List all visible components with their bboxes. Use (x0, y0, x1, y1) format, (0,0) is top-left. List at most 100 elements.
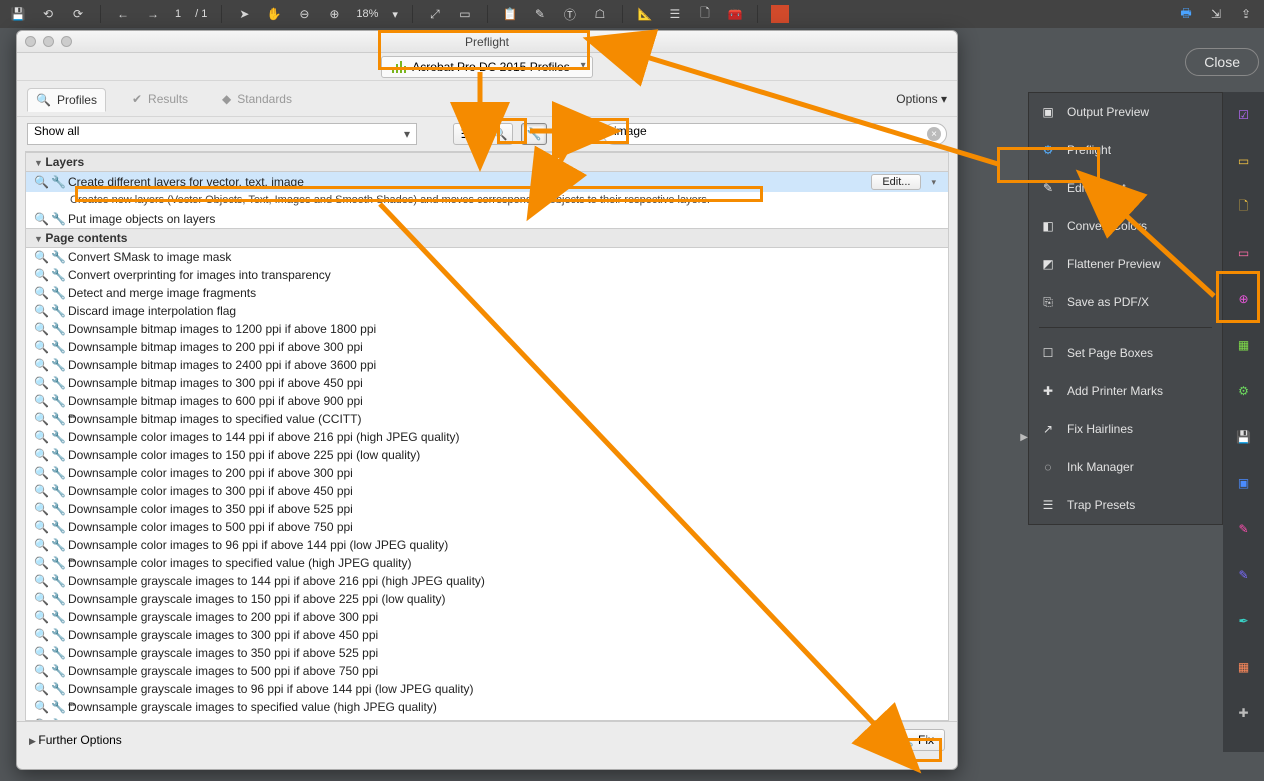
export-icon[interactable]: ⇲ (1204, 3, 1228, 25)
rp-preflight[interactable]: ⚙Preflight (1029, 131, 1222, 169)
tab-standards[interactable]: ◆Standards (214, 88, 300, 110)
list-item[interactable]: 🔍🔧Downsample bitmap images to 2400 ppi i… (26, 356, 948, 374)
list-item[interactable]: 🔍🔧Downsample bitmap images to 300 ppi if… (26, 374, 948, 392)
strip-action-icon[interactable]: ✒ (1233, 610, 1255, 632)
list-item[interactable]: 🔍🔧Downsample color images to 300 ppi if … (26, 482, 948, 500)
options-menu[interactable]: Options ▾ (896, 92, 947, 106)
zoom-caret[interactable]: ▾ (392, 8, 398, 21)
item-put-image-layers[interactable]: 🔍🔧 Put image objects on layers (26, 210, 948, 228)
list-item[interactable]: 🔍🔧Detect and merge image fragments (26, 284, 948, 302)
next-page-icon[interactable]: → (141, 3, 165, 25)
list-item[interactable]: 🔍🔧Convert overprinting for images into t… (26, 266, 948, 284)
traffic-max-icon[interactable] (61, 36, 72, 47)
panel-collapse-icon[interactable]: ▶ (1020, 432, 1028, 443)
clear-search-icon[interactable]: × (927, 127, 941, 141)
list-item[interactable]: 🔍🔧Downsample grayscale images to 500 ppi… (26, 662, 948, 680)
list-item[interactable]: 🔍🔧Downsample bitmap images to 600 ppi if… (26, 392, 948, 410)
rp-fix-hairlines[interactable]: ↗Fix Hairlines (1029, 410, 1222, 448)
undo-icon[interactable]: ⟲ (36, 3, 60, 25)
rp-trap-presets[interactable]: ☰Trap Presets (1029, 486, 1222, 524)
list-item[interactable]: 🔍🔧Downsample color images to 150 ppi if … (26, 446, 948, 464)
list-item[interactable]: 🔍🔧Downsample grayscale images to 144 ppi… (26, 572, 948, 590)
measure-icon[interactable]: 📐 (633, 3, 657, 25)
strip-scan-icon[interactable]: ▦ (1233, 334, 1255, 356)
traffic-min-icon[interactable] (43, 36, 54, 47)
highlight-icon[interactable]: ✎ (528, 3, 552, 25)
cursor-icon[interactable]: ➤ (232, 3, 256, 25)
list-item[interactable]: 🔍🔧Discard image interpolation flag (26, 302, 948, 320)
rp-page-boxes[interactable]: ☐Set Page Boxes (1029, 334, 1222, 372)
tab-results[interactable]: ✔Results (124, 88, 196, 110)
rp-printer-marks[interactable]: ✚Add Printer Marks (1029, 372, 1222, 410)
list-item[interactable]: 🔍🔧Downsample grayscale images to 200 ppi… (26, 608, 948, 626)
show-checks-icon[interactable]: 🔍 (487, 123, 513, 145)
list-item[interactable]: 🔍🔧Downsample color images to 144 ppi if … (26, 428, 948, 446)
zoom-value[interactable]: 18% (356, 8, 378, 20)
zoom-in-icon[interactable]: ⊕ (322, 3, 346, 25)
group-layers[interactable]: Layers (26, 152, 948, 172)
form-icon[interactable]: ☰ (663, 3, 687, 25)
list-item[interactable]: 🔍🔧•••Downsample grayscale images to spec… (26, 698, 948, 716)
stamp-icon[interactable]: ☖ (588, 3, 612, 25)
strip-print-prod-icon[interactable]: ⚙ (1233, 380, 1255, 402)
share-icon[interactable]: ⇪ (1234, 3, 1258, 25)
strip-sign-icon[interactable]: ✎ (1233, 518, 1255, 540)
save-icon[interactable]: 💾 (6, 3, 30, 25)
rp-flattener[interactable]: ◩Flattener Preview (1029, 245, 1222, 283)
strip-cert-icon[interactable]: ✎ (1233, 564, 1255, 586)
rp-convert-colors[interactable]: ◧Convert Colors (1029, 207, 1222, 245)
list-item[interactable]: 🔍🔧•••Downsample bitmap images to specifi… (26, 410, 948, 428)
search-input[interactable]: image × (603, 123, 947, 145)
fit-page-icon[interactable]: ▭ (453, 3, 477, 25)
strip-export-icon[interactable]: 💾 (1233, 426, 1255, 448)
list-item[interactable]: 🔍🔧Downsample color images to 500 ppi if … (26, 518, 948, 536)
list-item[interactable]: 🔍🔧Downsample color images to 350 ppi if … (26, 500, 948, 518)
list-item[interactable]: 🔍🔧Downsample bitmap images to 1200 ppi i… (26, 320, 948, 338)
further-options[interactable]: Further Options (29, 733, 122, 747)
group-page-contents[interactable]: Page contents (26, 228, 948, 248)
show-fixups-icon[interactable]: 🔧 (521, 123, 547, 145)
redo-icon[interactable]: ⟳ (66, 3, 90, 25)
strip-measure-icon[interactable]: ▣ (1233, 472, 1255, 494)
rp-edit-object[interactable]: ✎Edit Object (1029, 169, 1222, 207)
fix-button[interactable]: 🔧Fix (888, 729, 945, 751)
page-current[interactable]: 1 (175, 8, 181, 20)
list-item[interactable]: 🔍🔧Convert SMask to image mask (26, 248, 948, 266)
print-icon[interactable]: 🖶 (1174, 3, 1198, 25)
show-profiles-icon[interactable]: ☵ (453, 123, 479, 145)
rp-output-preview[interactable]: ▣Output Preview (1029, 93, 1222, 131)
strip-more-icon[interactable]: ✚ (1233, 702, 1255, 724)
tab-profiles[interactable]: 🔍Profiles (27, 88, 106, 112)
list-item[interactable]: 🔍🔧Downsample grayscale images to 300 ppi… (26, 626, 948, 644)
traffic-close-icon[interactable] (25, 36, 36, 47)
list-item[interactable]: 🔍🔧Downsample bitmap images to 200 ppi if… (26, 338, 948, 356)
list-item[interactable]: 🔍🔧Downsample grayscale images to 350 ppi… (26, 644, 948, 662)
zoom-out-icon[interactable]: ⊖ (292, 3, 316, 25)
close-button[interactable]: Close (1185, 48, 1259, 76)
strip-comment-icon[interactable]: ☑ (1233, 104, 1255, 126)
list-item[interactable]: 🔍🔧•••Downsample color images to specifie… (26, 554, 948, 572)
rp-save-pdfx[interactable]: ⎘Save as PDF/X (1029, 283, 1222, 321)
filter-dropdown[interactable]: Show all (27, 123, 417, 145)
item-create-layers[interactable]: 🔍🔧 Create different layers for vector, t… (26, 172, 948, 192)
list-item[interactable]: 🔍🔧Downsample color images to 96 ppi if a… (26, 536, 948, 554)
profile-set-dropdown[interactable]: Acrobat Pro DC 2015 Profiles (381, 56, 592, 78)
strip-note-icon[interactable]: ▭ (1233, 150, 1255, 172)
fixups-list[interactable]: Layers 🔍🔧 Create different layers for ve… (25, 151, 949, 721)
rp-ink-manager[interactable]: ◌Ink Manager (1029, 448, 1222, 486)
scripts-icon[interactable] (768, 3, 792, 25)
strip-protect-icon[interactable]: ⊕ (1233, 288, 1255, 310)
case-icon[interactable]: 🧰 (723, 3, 747, 25)
prev-page-icon[interactable]: ← (111, 3, 135, 25)
preflight-titlebar[interactable]: Preflight (17, 31, 957, 53)
fit-width-icon[interactable]: ⤢ (423, 3, 447, 25)
strip-organize-icon[interactable]: 🗋 (1233, 196, 1255, 218)
pages-icon[interactable]: 🗋 (693, 3, 717, 25)
edit-button[interactable]: Edit... (871, 174, 921, 190)
list-item[interactable]: 🔍🔧Downsample grayscale images to 150 ppi… (26, 590, 948, 608)
item-menu-icon[interactable]: ▾ (927, 177, 940, 188)
hand-icon[interactable]: ✋ (262, 3, 286, 25)
text-icon[interactable]: Ⓣ (558, 3, 582, 25)
strip-media-icon[interactable]: ▦ (1233, 656, 1255, 678)
clipboard-icon[interactable]: 📋 (498, 3, 522, 25)
